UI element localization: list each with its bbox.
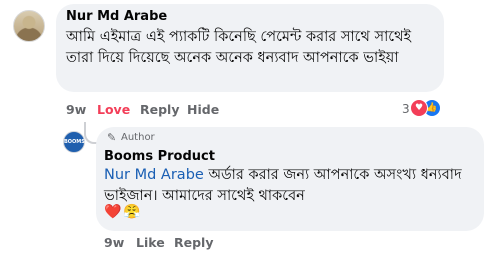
- pen-icon: ✎: [107, 131, 117, 144]
- mention-link[interactable]: Nur Md Arabe: [104, 167, 204, 183]
- reply-timestamp[interactable]: 9w: [104, 235, 124, 250]
- love-button[interactable]: Love: [97, 102, 130, 117]
- reply-button[interactable]: Reply: [140, 102, 179, 117]
- reply-author[interactable]: Booms Product: [104, 149, 215, 164]
- page-avatar[interactable]: BOOMS: [63, 131, 85, 153]
- comment-author[interactable]: Nur Md Arabe: [66, 9, 167, 24]
- reply-text: Nur Md Arabe অর্ডার করার জন্য আপনাকে অসং…: [104, 165, 476, 207]
- reply-emojis: ❤️😤: [104, 204, 143, 220]
- reply-reply-button[interactable]: Reply: [174, 235, 213, 250]
- commenter-avatar[interactable]: [13, 10, 45, 42]
- hide-button[interactable]: Hide: [187, 102, 219, 117]
- comment-timestamp[interactable]: 9w: [66, 102, 86, 117]
- author-badge: Author: [121, 132, 155, 143]
- heart-icon[interactable]: ♥: [410, 99, 428, 117]
- reaction-count[interactable]: 3: [402, 102, 410, 116]
- comment-text: আমি এইমাত্র এই প্যাকটি কিনেছি পেমেন্ট কর…: [66, 29, 412, 66]
- like-button[interactable]: Like: [136, 235, 165, 250]
